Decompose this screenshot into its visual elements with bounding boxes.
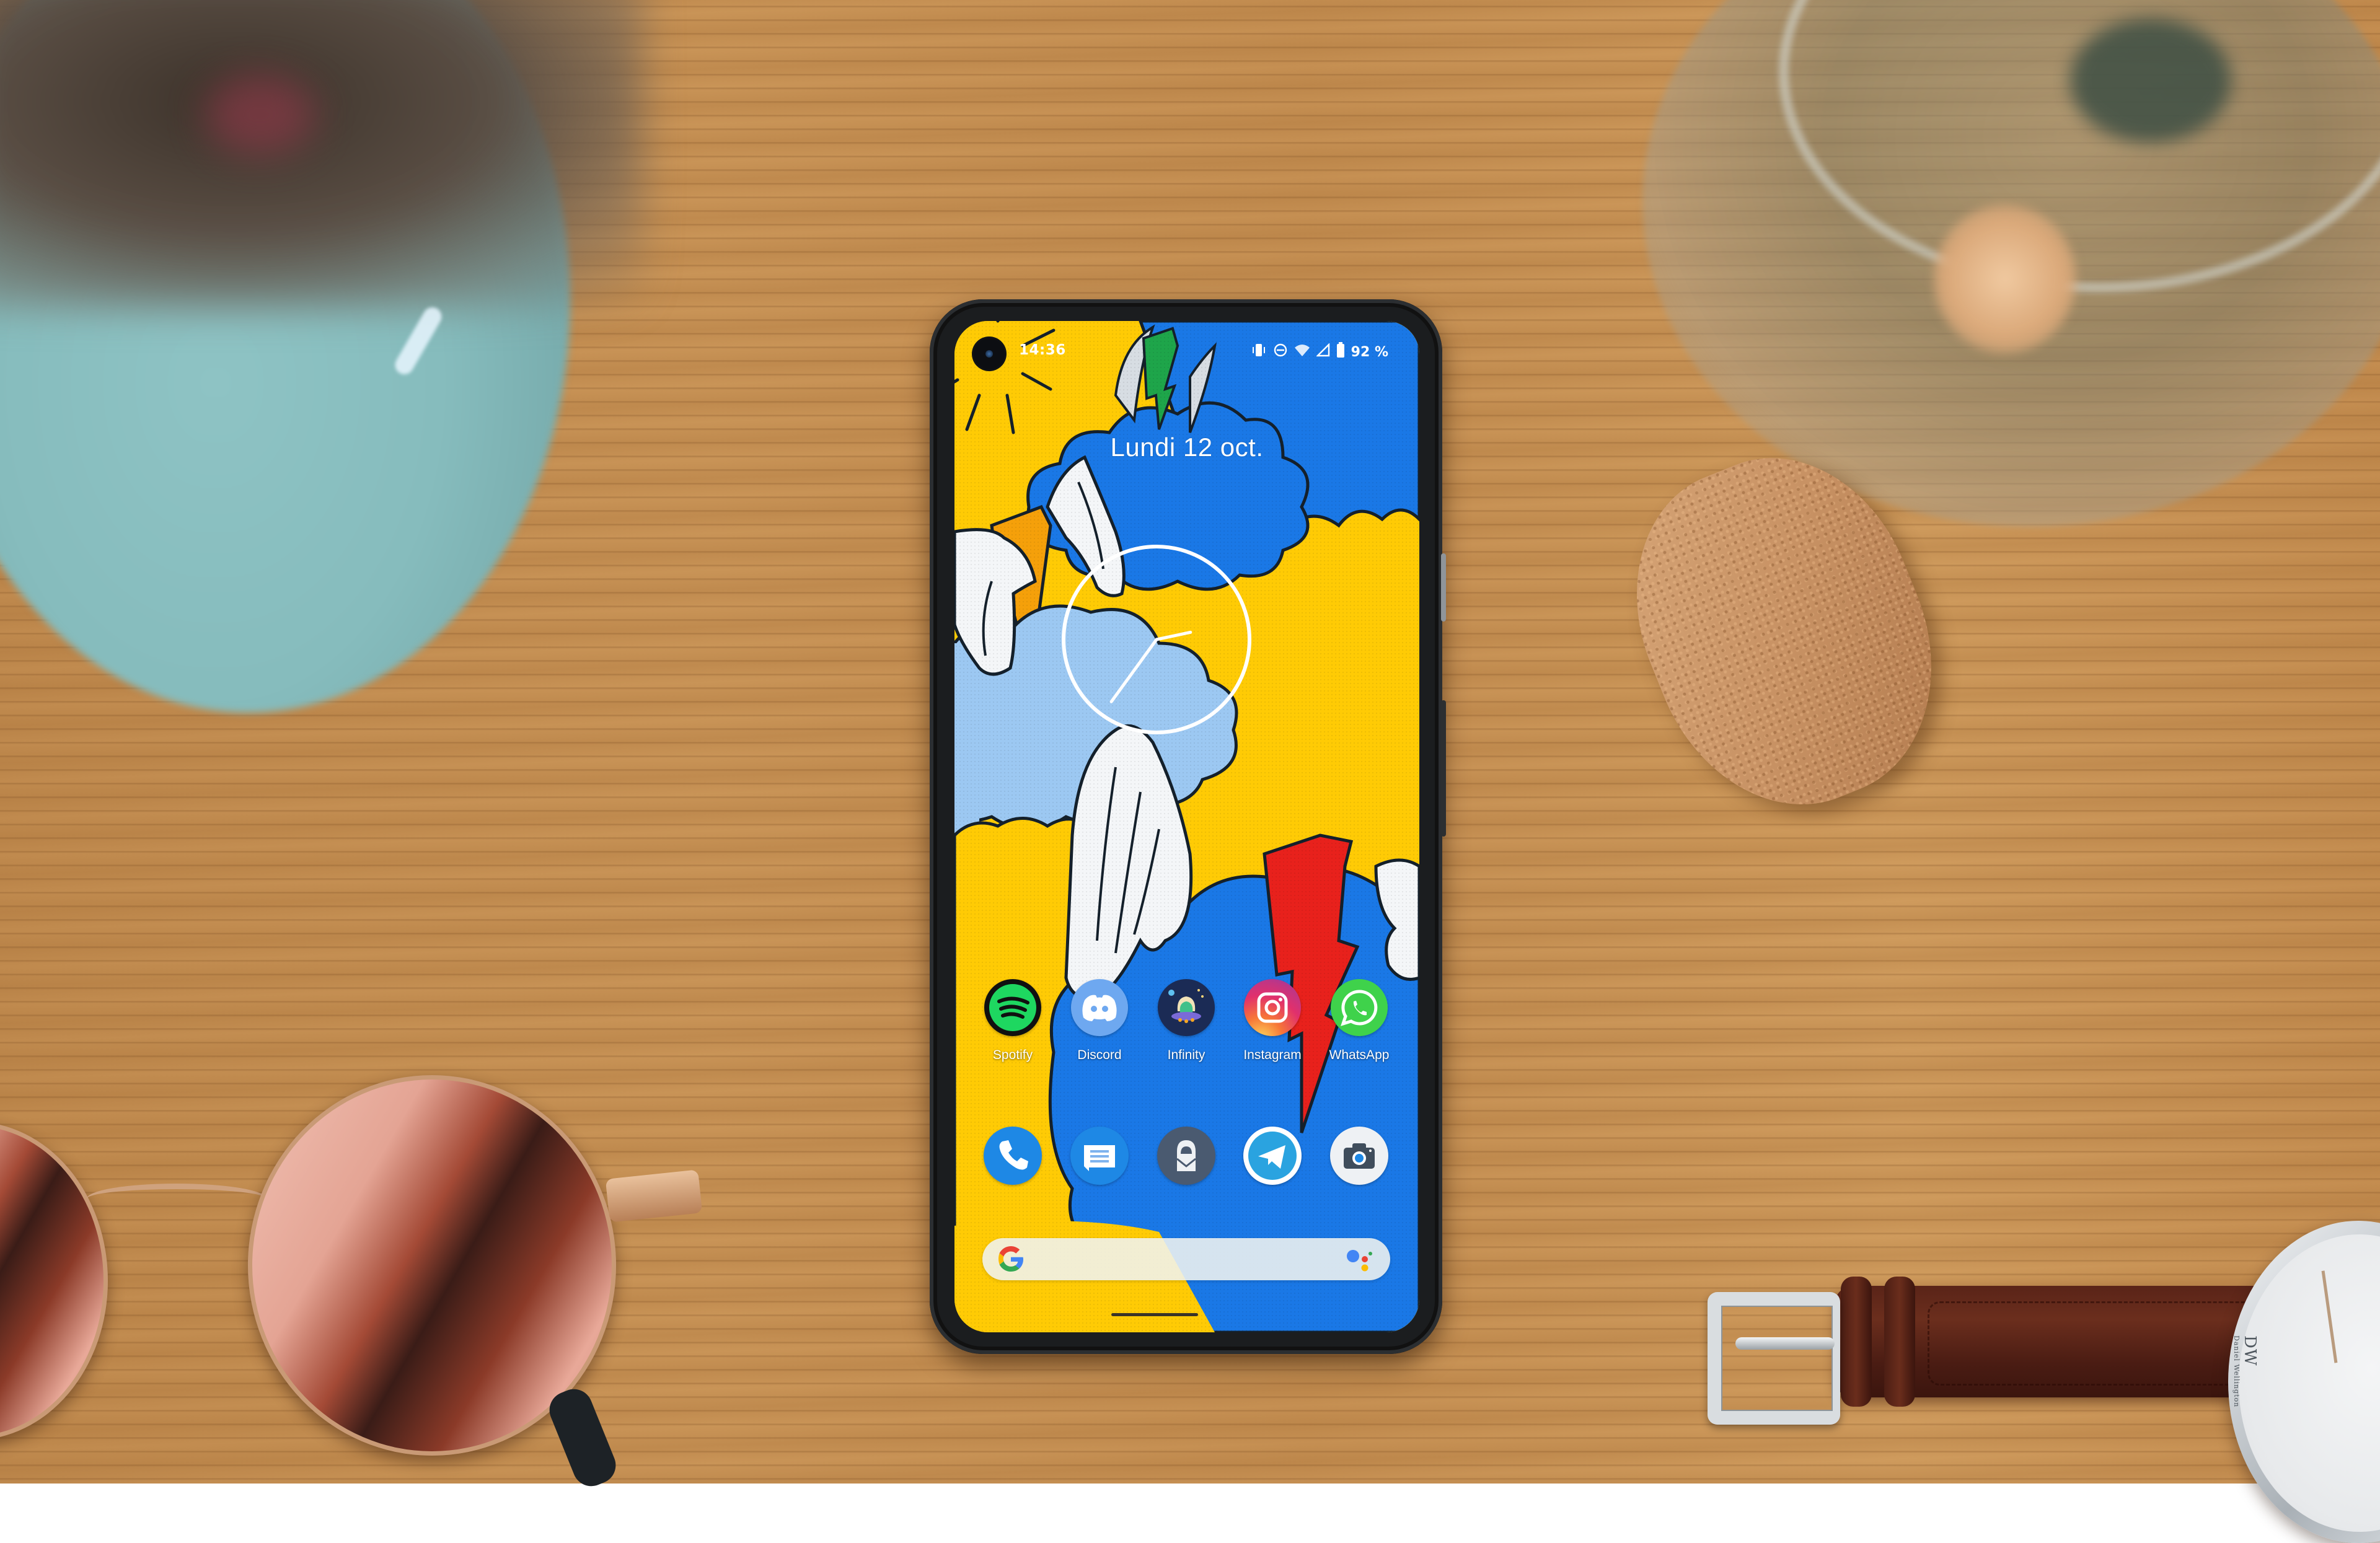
battery-percent: 92 %	[1351, 344, 1388, 360]
telegram-icon	[1243, 1127, 1302, 1185]
app-discord[interactable]: Discord	[1059, 979, 1140, 1063]
vase-flowers-blur	[0, 0, 645, 310]
dock-protonmail[interactable]	[1146, 1127, 1227, 1185]
cell-signal-icon	[1315, 343, 1330, 361]
phone-icon	[984, 1127, 1042, 1185]
dock-phone[interactable]	[972, 1127, 1053, 1185]
vibrate-icon	[1251, 343, 1267, 361]
clock-minute-hand	[1109, 638, 1158, 703]
messages-icon	[1070, 1127, 1129, 1185]
app-spotify[interactable]: Spotify	[972, 979, 1053, 1063]
google-search-bar[interactable]	[982, 1238, 1390, 1280]
dock-camera[interactable]	[1319, 1127, 1399, 1185]
watch-brand: DW Daniel Wellington	[2232, 1335, 2259, 1407]
watch-strap-stitching	[1928, 1301, 2276, 1386]
watch-brand-name: Daniel Wellington	[2232, 1335, 2241, 1408]
google-g-icon	[998, 1246, 1023, 1272]
discord-icon	[1071, 979, 1128, 1036]
watch-buckle	[1708, 1292, 1840, 1425]
instagram-icon	[1244, 979, 1301, 1036]
phone-screen[interactable]: 14:36 92 % Lundi 12 oct. Spotify Discord…	[954, 321, 1419, 1332]
sunglasses-bridge	[87, 1184, 267, 1214]
app-label: Infinity	[1167, 1048, 1205, 1062]
watch-buckle-pin	[1735, 1337, 1835, 1350]
app-infinity[interactable]: Infinity	[1146, 979, 1227, 1063]
app-label: Discord	[1077, 1048, 1122, 1062]
app-label: Instagram	[1243, 1048, 1302, 1062]
status-bar[interactable]: 14:36 92 %	[954, 342, 1419, 367]
at-a-glance-date[interactable]: Lundi 12 oct.	[954, 433, 1419, 462]
battery-icon	[1336, 342, 1345, 362]
watch-strap-keeper	[1841, 1277, 1872, 1407]
status-time: 14:36	[1019, 342, 1066, 358]
analog-clock-widget[interactable]	[1055, 538, 1258, 741]
app-label: Spotify	[992, 1048, 1033, 1062]
app-label: WhatsApp	[1329, 1048, 1390, 1062]
google-assistant-icon[interactable]	[1346, 1247, 1377, 1272]
gesture-home-indicator[interactable]	[1111, 1313, 1198, 1316]
clock-hour-hand	[1155, 630, 1192, 641]
dock-messages[interactable]	[1059, 1127, 1140, 1185]
protonmail-icon	[1157, 1127, 1215, 1185]
camera-icon	[1330, 1127, 1388, 1185]
power-button[interactable]	[1441, 553, 1446, 622]
whatsapp-icon	[1331, 979, 1388, 1036]
volume-rocker[interactable]	[1441, 700, 1446, 837]
wifi-icon	[1294, 343, 1310, 361]
app-whatsapp[interactable]: WhatsApp	[1319, 979, 1399, 1063]
watch-brand-logo: DW	[2241, 1335, 2259, 1366]
infinity-icon	[1158, 979, 1215, 1036]
data-saver-icon	[1273, 343, 1288, 361]
flower-blur	[205, 74, 316, 155]
status-icons: 92 %	[1251, 342, 1388, 362]
watch-strap-keeper	[1884, 1277, 1915, 1407]
app-instagram[interactable]: Instagram	[1232, 979, 1313, 1063]
jar-dried-flower	[1934, 204, 2076, 353]
spotify-icon	[984, 979, 1041, 1036]
dock-telegram[interactable]	[1232, 1127, 1313, 1185]
